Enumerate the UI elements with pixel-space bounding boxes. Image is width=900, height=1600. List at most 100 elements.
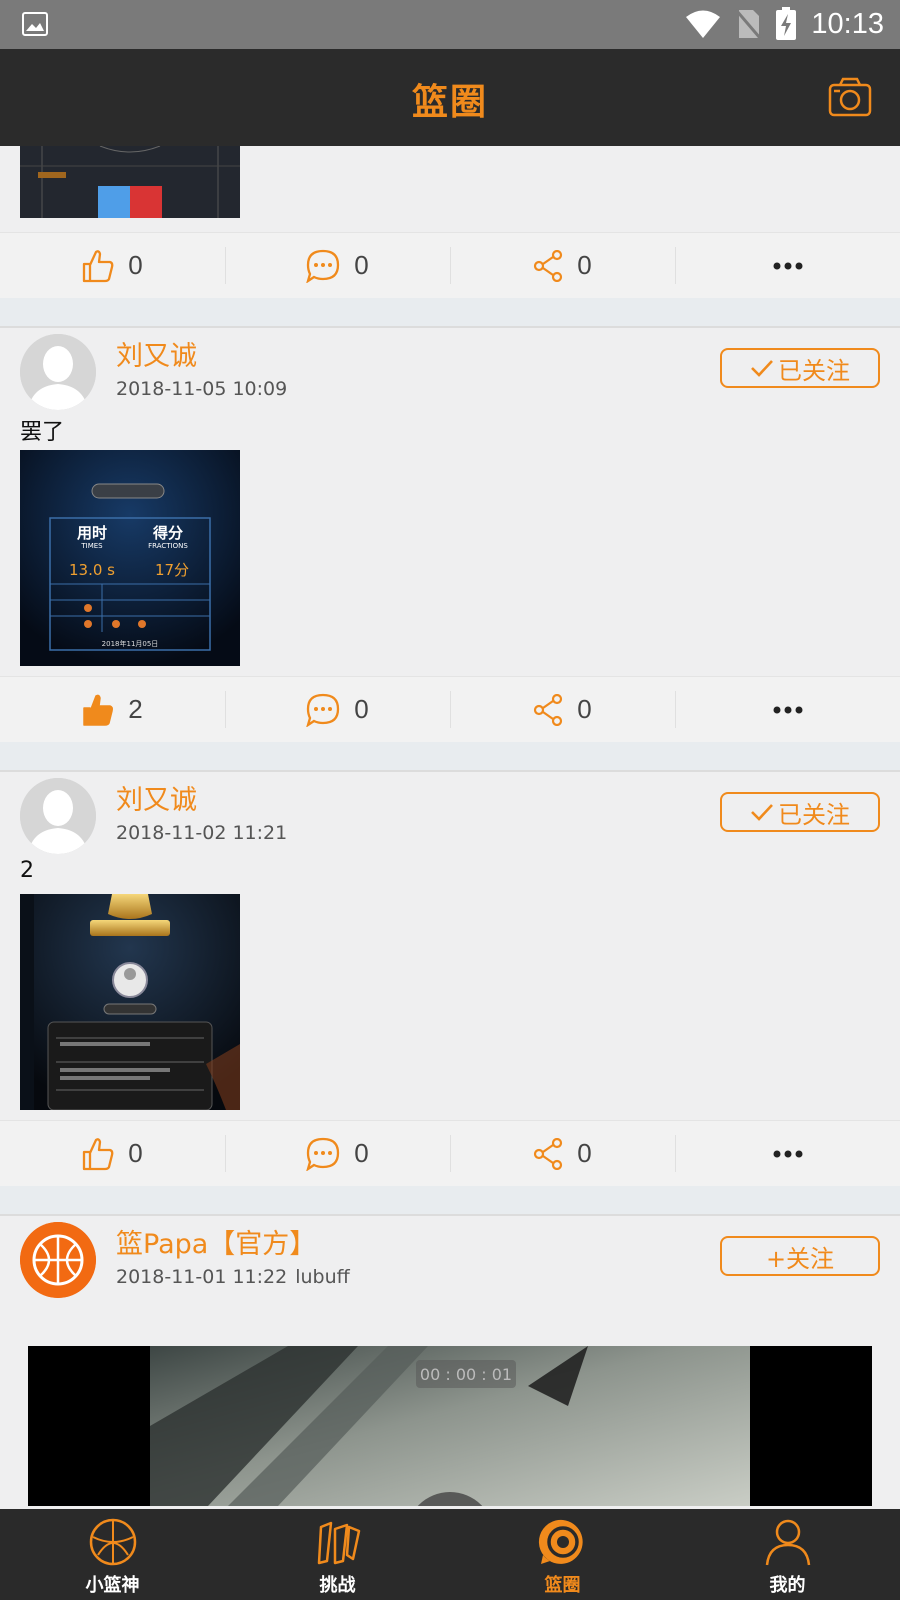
follow-label: 已关注 (778, 800, 850, 829)
tab-label: 我的 (769, 1575, 806, 1596)
post-card: 0 0 0 (0, 146, 900, 328)
feed[interactable]: 0 0 0 刘又诚 2018-11-05 10:09 已关注 罢了 用时 TIM… (0, 146, 900, 1509)
tab-label: 挑战 (319, 1575, 356, 1596)
target-icon (538, 1519, 583, 1564)
basketball-icon (89, 1518, 136, 1566)
like-button[interactable]: 0 (0, 233, 225, 298)
comment-button[interactable]: 0 (225, 677, 450, 742)
image-label-times: 用时 (77, 524, 107, 542)
author-name[interactable]: 刘又诚 (116, 334, 197, 373)
post-card: 刘又诚 2018-11-02 11:21 已关注 2 0 0 0 (0, 770, 900, 1216)
timestamp: 2018-11-01 11:22 (116, 1266, 288, 1288)
author-name[interactable]: 刘又诚 (116, 778, 197, 817)
image-label-times-en: TIMES (80, 542, 103, 550)
app-header: 篮圈 (0, 49, 900, 146)
image-label-score-en: FRACTIONS (148, 542, 188, 550)
avatar[interactable] (20, 1222, 96, 1298)
following-button[interactable]: 已关注 (720, 348, 880, 388)
author-name[interactable]: 篮Papa【官方】 (116, 1222, 316, 1261)
video-timer: 00 : 00 : 01 (420, 1365, 512, 1384)
post-time: 2018-11-05 10:09 (116, 378, 287, 400)
post-divider (0, 1186, 900, 1216)
like-count: 2 (128, 694, 143, 724)
more-button[interactable] (675, 677, 900, 742)
follow-label: +关注 (765, 1244, 835, 1273)
like-button[interactable]: 2 (0, 677, 225, 742)
challenge-icon (317, 1521, 360, 1565)
post-source: lubuff (295, 1266, 350, 1288)
following-button[interactable]: 已关注 (720, 792, 880, 832)
no-sim-icon (735, 9, 762, 39)
more-icon (773, 706, 802, 713)
thumbs-up-filled-icon (83, 694, 114, 726)
person-icon (765, 1519, 810, 1566)
avatar[interactable] (20, 778, 96, 854)
page-title: 篮圈 (411, 82, 488, 123)
tab-challenge[interactable]: 挑战 (225, 1509, 450, 1600)
comment-button[interactable]: 0 (225, 233, 450, 298)
status-bar: 10:13 (0, 0, 900, 49)
timestamp: 2018-11-05 10:09 (116, 378, 288, 400)
share-count: 0 (577, 1138, 592, 1168)
image-value-score: 17分 (155, 561, 189, 579)
share-button[interactable]: 0 (450, 677, 675, 742)
post-card: 篮Papa【官方】 2018-11-01 11:22 lubuff +关注 00… (0, 1214, 900, 1509)
post-card: 刘又诚 2018-11-05 10:09 已关注 罢了 用时 TIMES 得分 … (0, 326, 900, 772)
clock: 10:13 (811, 7, 884, 40)
more-icon (773, 262, 802, 269)
video-player[interactable]: 00 : 00 : 01 (28, 1346, 872, 1506)
post-text: 2 (20, 858, 34, 883)
image-label-score: 得分 (152, 524, 183, 542)
share-icon (534, 249, 563, 282)
post-actions: 0 0 0 (0, 1120, 900, 1186)
post-divider (0, 742, 900, 772)
screen: 10:13 篮圈 0 0 0 刘又诚 2018-11-05 10:09 已关注 … (0, 0, 900, 1600)
thumbs-up-icon (83, 249, 114, 282)
post-actions: 0 0 0 (0, 232, 900, 298)
post-image[interactable] (20, 894, 240, 1110)
share-button[interactable]: 0 (450, 233, 675, 298)
comment-button[interactable]: 0 (225, 1121, 450, 1186)
more-button[interactable] (675, 1121, 900, 1186)
check-icon (751, 360, 773, 377)
like-count: 0 (128, 250, 143, 280)
comment-count: 0 (354, 1138, 369, 1168)
post-divider (0, 298, 900, 328)
tab-lanquan[interactable]: 篮圈 (450, 1509, 675, 1600)
share-icon (534, 693, 563, 726)
image-notification-icon (22, 12, 48, 36)
post-actions: 2 0 0 (0, 676, 900, 742)
share-icon (534, 1137, 563, 1170)
follow-button[interactable]: +关注 (720, 1236, 880, 1276)
more-icon (773, 1150, 802, 1157)
post-time: 2018-11-01 11:22 lubuff (116, 1266, 350, 1288)
timestamp: 2018-11-02 11:21 (116, 822, 288, 844)
post-text: 罢了 (20, 420, 65, 445)
share-count: 0 (577, 250, 592, 280)
more-button[interactable] (675, 233, 900, 298)
thumbs-up-icon (83, 1137, 114, 1170)
comment-icon (306, 1137, 340, 1171)
like-button[interactable]: 0 (0, 1121, 225, 1186)
post-image[interactable]: 用时 TIMES 得分 FRACTIONS 13.0 s 17分 2018年11… (20, 450, 240, 666)
post-image[interactable] (20, 146, 240, 218)
tab-xiao-lan-shen[interactable]: 小篮神 (0, 1509, 225, 1600)
tab-me[interactable]: 我的 (675, 1509, 900, 1600)
follow-label: 已关注 (778, 356, 850, 385)
wifi-icon (686, 10, 721, 38)
like-count: 0 (128, 1138, 143, 1168)
check-icon (751, 804, 773, 821)
image-date: 2018年11月05日 (102, 639, 159, 648)
comment-icon (306, 693, 340, 727)
post-time: 2018-11-02 11:21 (116, 822, 287, 844)
tab-label: 小篮神 (85, 1575, 140, 1596)
share-button[interactable]: 0 (450, 1121, 675, 1186)
camera-icon[interactable] (828, 77, 872, 117)
comment-count: 0 (354, 250, 369, 280)
image-value-times: 13.0 s (69, 561, 115, 579)
battery-charging-icon (776, 7, 797, 40)
comment-icon (306, 249, 340, 283)
share-count: 0 (577, 694, 592, 724)
avatar[interactable] (20, 334, 96, 410)
comment-count: 0 (354, 694, 369, 724)
